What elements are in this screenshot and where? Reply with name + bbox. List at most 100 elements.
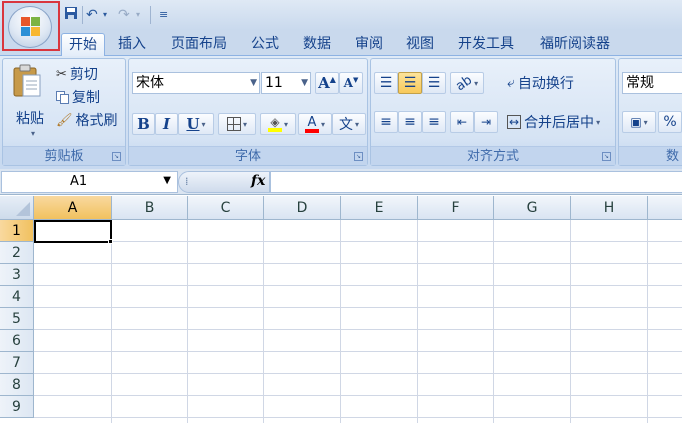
column-header-d[interactable]: D [264,196,341,220]
function-area: ⁞ fx [178,171,270,193]
clipboard-dialog-launcher-icon[interactable]: ↘ [112,152,121,161]
column-header-e[interactable]: E [341,196,418,220]
align-top-button[interactable]: ☰ [374,72,398,94]
font-color-button[interactable]: A ▾ [298,113,332,135]
column-header-next[interactable] [648,196,682,220]
grow-font-button[interactable]: A ▲ [315,72,339,94]
column-header-h[interactable]: H [571,196,648,220]
borders-icon [226,117,241,131]
tab-foxit-reader[interactable]: 福昕阅读器 [530,33,620,56]
number-format-select[interactable]: 常规 [622,72,682,94]
undo-dropdown-icon[interactable]: ▾ [103,6,107,24]
font-group: 宋体 ▼ 11 ▼ A ▲ A ▼ B I U ▾ ▾ ◈ ▾ A ▾ 文 ▾ … [128,58,368,166]
undo-icon[interactable]: ↶ [86,6,98,24]
row-header-8[interactable]: 8 [0,374,34,396]
format-painter-label: 格式刷 [75,113,118,129]
tab-developer[interactable]: 开发工具 [450,33,522,56]
column-header-f[interactable]: F [418,196,494,220]
phonetic-guide-button[interactable]: 文 ▾ [332,113,366,135]
text-orientation-icon: ab [453,72,475,94]
merge-center-button[interactable]: ↔ 合并后居中 ▾ [506,111,614,133]
column-header-g[interactable]: G [494,196,571,220]
column-header-c[interactable]: C [188,196,264,220]
shrink-font-button[interactable]: A ▼ [339,72,363,94]
active-cell-a1[interactable] [34,220,112,243]
tab-data[interactable]: 数据 [295,33,339,56]
number-format-value: 常规 [626,75,654,91]
percent-icon: % [663,114,677,130]
accounting-format-button[interactable]: ▣ ▾ [622,111,656,133]
insert-function-icon[interactable]: fx [251,173,265,189]
office-button[interactable] [2,1,60,51]
row-header-4[interactable]: 4 [0,286,34,308]
chevron-down-icon[interactable]: ▼ [163,175,171,186]
alignment-dialog-launcher-icon[interactable]: ↘ [602,152,611,161]
row-header-5[interactable]: 5 [0,308,34,330]
tab-insert[interactable]: 插入 [110,33,154,56]
align-left-button[interactable]: ≡ [374,111,398,133]
resize-handle-icon[interactable]: ⁞ [185,175,189,188]
name-box-value: A1 [70,174,88,189]
clipboard-group: 粘贴 ▾ ✂ 剪切 复制 🖌 格式刷 剪贴板 ↘ [2,58,126,166]
name-box[interactable]: A1 ▼ [1,171,178,193]
grid-line [340,220,341,423]
redo-dropdown-icon[interactable]: ▾ [136,6,140,24]
wrap-text-button[interactable]: ⤶ 自动换行 [506,72,596,94]
copy-button[interactable]: 复制 [55,86,121,108]
align-right-button[interactable]: ≡ [422,111,446,133]
column-header-a[interactable]: A [34,196,112,220]
bold-button[interactable]: B [132,113,155,135]
percent-button[interactable]: % [658,111,682,133]
tab-home[interactable]: 开始 [61,33,105,56]
tab-formulas[interactable]: 公式 [243,33,287,56]
row-header-7[interactable]: 7 [0,352,34,374]
cut-button[interactable]: ✂ 剪切 [55,63,121,85]
column-header-b[interactable]: B [112,196,188,220]
underline-button[interactable]: U ▾ [178,113,214,135]
row-header-3[interactable]: 3 [0,264,34,286]
grid-line [417,220,418,423]
select-all-button[interactable] [0,196,34,220]
grid-line [34,351,682,352]
font-name-select[interactable]: 宋体 ▼ [132,72,260,94]
tab-view[interactable]: 视图 [398,33,442,56]
quick-access-toolbar: ↶ ▾ ↷ ▾ ≡ [0,0,682,30]
paste-icon [13,64,41,97]
row-header-2[interactable]: 2 [0,242,34,264]
grid-line [34,395,682,396]
grid-line [34,263,682,264]
borders-button[interactable]: ▾ [218,113,256,135]
format-painter-button[interactable]: 🖌 格式刷 [55,109,125,131]
number-group-label: 数 [619,146,682,165]
row-header-9[interactable]: 9 [0,396,34,418]
grid-line [34,241,682,242]
paste-dropdown-icon[interactable]: ▾ [31,129,35,138]
align-middle-button[interactable]: ☰ [398,72,422,94]
redo-icon[interactable]: ↷ [118,6,130,24]
font-size-select[interactable]: 11 ▼ [261,72,311,94]
align-center-button[interactable]: ≡ [398,111,422,133]
font-name-value: 宋体 [136,75,164,91]
row-header-6[interactable]: 6 [0,330,34,352]
row-header-1[interactable]: 1 [0,220,34,242]
orientation-button[interactable]: ab ▾ [450,72,484,94]
save-icon[interactable] [64,6,78,24]
increase-indent-button[interactable]: ⇥ [474,111,498,133]
fill-handle[interactable] [108,239,113,244]
phonetic-icon: 文 [338,117,353,133]
tab-page-layout[interactable]: 页面布局 [163,33,235,56]
font-dialog-launcher-icon[interactable]: ↘ [354,152,363,161]
toolbar-separator [150,6,151,24]
fill-color-button[interactable]: ◈ ▾ [260,113,296,135]
italic-button[interactable]: I [155,113,178,135]
worksheet-grid[interactable]: A B C D E F G H 1 2 3 4 5 6 7 8 9 [0,196,682,423]
paste-button[interactable]: 粘贴 ▾ [7,61,47,141]
customize-toolbar-icon[interactable]: ≡ [159,6,168,24]
chevron-down-icon: ▼ [301,78,308,88]
align-bottom-button[interactable]: ☰ [422,72,446,94]
grid-line [34,373,682,374]
grow-font-icon: A [318,74,330,92]
formula-input[interactable] [270,171,682,193]
decrease-indent-button[interactable]: ⇤ [450,111,474,133]
tab-review[interactable]: 审阅 [347,33,391,56]
